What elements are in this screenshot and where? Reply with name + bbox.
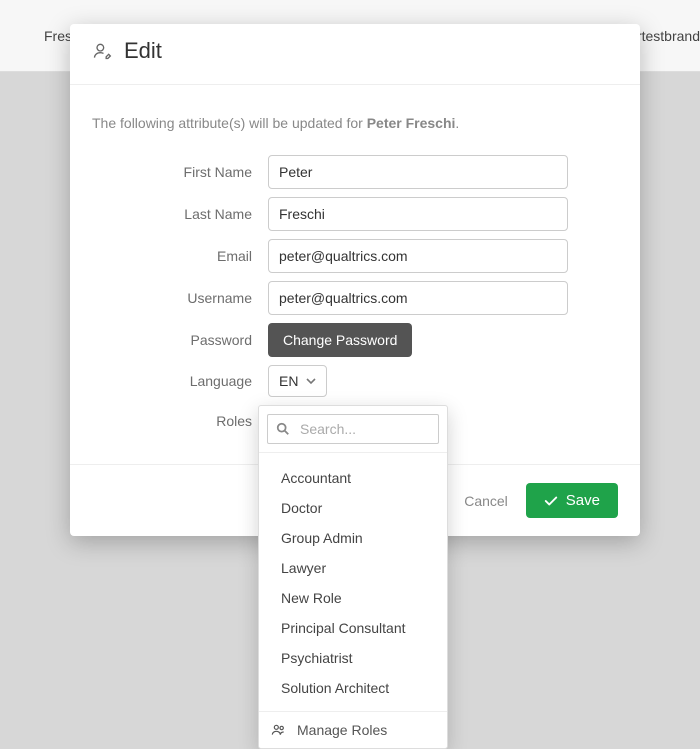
- search-icon: [276, 422, 290, 436]
- language-label: Language: [92, 373, 268, 389]
- cancel-button[interactable]: Cancel: [464, 493, 508, 509]
- language-select[interactable]: EN: [268, 365, 327, 397]
- last-name-input[interactable]: [268, 197, 568, 231]
- modal-header: Edit: [70, 24, 640, 85]
- user-edit-icon: [92, 41, 112, 61]
- language-value: EN: [279, 373, 298, 389]
- role-option[interactable]: Principal Consultant: [259, 613, 447, 643]
- dropdown-list: Accountant Doctor Group Admin Lawyer New…: [259, 453, 447, 711]
- change-password-button[interactable]: Change Password: [268, 323, 412, 357]
- modal-title: Edit: [124, 38, 162, 64]
- last-name-label: Last Name: [92, 206, 268, 222]
- role-option[interactable]: Psychiatrist: [259, 643, 447, 673]
- username-label: Username: [92, 290, 268, 306]
- save-label: Save: [566, 492, 600, 509]
- role-option[interactable]: Lawyer: [259, 553, 447, 583]
- roles-dropdown: Accountant Doctor Group Admin Lawyer New…: [258, 405, 448, 749]
- role-option[interactable]: Doctor: [259, 493, 447, 523]
- role-option[interactable]: Group Admin: [259, 523, 447, 553]
- dropdown-search-wrap: [259, 406, 447, 453]
- email-label: Email: [92, 248, 268, 264]
- chevron-down-icon: [306, 376, 316, 386]
- users-icon: [271, 722, 287, 738]
- password-label: Password: [92, 332, 268, 348]
- role-option[interactable]: Solution Architect: [259, 673, 447, 703]
- intro-text: The following attribute(s) will be updat…: [92, 115, 602, 131]
- roles-label: Roles: [92, 413, 268, 429]
- manage-roles-label: Manage Roles: [297, 722, 387, 738]
- manage-roles-button[interactable]: Manage Roles: [259, 711, 447, 748]
- dropdown-search-box[interactable]: [267, 414, 439, 444]
- first-name-label: First Name: [92, 164, 268, 180]
- save-button[interactable]: Save: [526, 483, 618, 518]
- role-option[interactable]: Accountant: [259, 463, 447, 493]
- check-icon: [544, 494, 558, 508]
- dropdown-search-input[interactable]: [298, 420, 483, 438]
- username-input[interactable]: [268, 281, 568, 315]
- role-option[interactable]: New Role: [259, 583, 447, 613]
- first-name-input[interactable]: [268, 155, 568, 189]
- email-input[interactable]: [268, 239, 568, 273]
